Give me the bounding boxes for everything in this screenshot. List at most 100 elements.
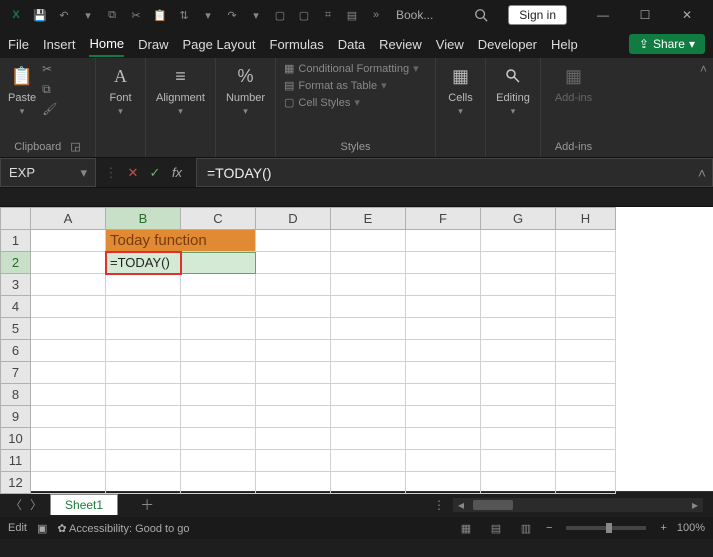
cell[interactable] <box>181 450 256 472</box>
cell[interactable] <box>406 340 481 362</box>
tab-formulas[interactable]: Formulas <box>270 33 324 56</box>
cell[interactable] <box>481 362 556 384</box>
cell[interactable] <box>256 274 331 296</box>
cell[interactable] <box>481 384 556 406</box>
zoom-in-button[interactable]: + <box>660 522 666 534</box>
tab-view[interactable]: View <box>436 33 464 56</box>
search-icon[interactable] <box>474 8 498 22</box>
row-header-10[interactable]: 10 <box>1 428 31 450</box>
cell[interactable] <box>556 406 616 428</box>
tab-home[interactable]: Home <box>89 32 124 57</box>
formula-bar[interactable]: =TODAY() ˄ <box>196 158 713 187</box>
row-header-5[interactable]: 5 <box>1 318 31 340</box>
filter-icon[interactable]: ▾ <box>198 5 218 25</box>
share-button[interactable]: ⇪ Share ▾ <box>629 34 705 54</box>
cell[interactable] <box>406 274 481 296</box>
cell-h1[interactable] <box>556 230 616 252</box>
cell-f2[interactable] <box>406 252 481 274</box>
cell[interactable] <box>31 472 106 494</box>
row-header-4[interactable]: 4 <box>1 296 31 318</box>
alignment-button[interactable]: ≡ Alignment ▾ <box>154 62 207 117</box>
cell[interactable] <box>181 362 256 384</box>
collapse-ribbon-icon[interactable]: ˄ <box>700 62 707 76</box>
cell[interactable] <box>556 472 616 494</box>
cell[interactable] <box>31 340 106 362</box>
cell[interactable] <box>31 406 106 428</box>
sheet-nav-prev-icon[interactable]: 〈 <box>10 496 22 513</box>
cell[interactable] <box>406 472 481 494</box>
col-header-b[interactable]: B <box>106 208 181 230</box>
cell[interactable] <box>181 274 256 296</box>
cell[interactable] <box>181 428 256 450</box>
tab-data[interactable]: Data <box>338 33 365 56</box>
cell[interactable] <box>556 296 616 318</box>
cut-button[interactable]: ✂ <box>42 62 60 76</box>
new-icon[interactable]: ▢ <box>270 5 290 25</box>
row-header-9[interactable]: 9 <box>1 406 31 428</box>
open-icon[interactable]: ▢ <box>294 5 314 25</box>
cell[interactable] <box>481 450 556 472</box>
cell[interactable] <box>331 384 406 406</box>
col-header-a[interactable]: A <box>31 208 106 230</box>
cell[interactable] <box>331 472 406 494</box>
font-button[interactable]: A Font ▾ <box>104 62 137 117</box>
cell[interactable] <box>406 296 481 318</box>
enter-icon[interactable]: ✓ <box>146 165 164 181</box>
cell[interactable] <box>481 274 556 296</box>
addins-button[interactable]: ▦ Add-ins <box>549 62 598 104</box>
tab-help[interactable]: Help <box>551 33 578 56</box>
cell[interactable] <box>256 428 331 450</box>
chevron-down-icon[interactable]: ▾ <box>80 165 87 181</box>
cell[interactable] <box>481 472 556 494</box>
cell[interactable] <box>106 450 181 472</box>
form-icon[interactable]: ▤ <box>342 5 362 25</box>
tab-page-layout[interactable]: Page Layout <box>183 33 256 56</box>
cell[interactable] <box>31 428 106 450</box>
cell[interactable] <box>331 340 406 362</box>
accessibility-status[interactable]: ✿ Accessibility: Good to go <box>57 522 189 535</box>
cell[interactable] <box>331 296 406 318</box>
col-header-h[interactable]: H <box>556 208 616 230</box>
cell[interactable] <box>106 406 181 428</box>
row-header-3[interactable]: 3 <box>1 274 31 296</box>
cell[interactable] <box>481 296 556 318</box>
cell-f1[interactable] <box>406 230 481 252</box>
worksheet-grid[interactable]: A B C D E F G H 1 Today function 2 =TODA… <box>0 206 713 491</box>
row-header-2[interactable]: 2 <box>1 252 31 274</box>
horizontal-scrollbar[interactable]: ◂ ▸ <box>453 498 703 512</box>
tab-review[interactable]: Review <box>379 33 422 56</box>
dialog-launcher-icon[interactable]: ◲ <box>70 141 80 153</box>
scroll-right-icon[interactable]: ▸ <box>687 498 703 512</box>
col-header-f[interactable]: F <box>406 208 481 230</box>
maximize-button[interactable]: ☐ <box>625 0 665 30</box>
tab-developer[interactable]: Developer <box>478 33 537 56</box>
cell[interactable] <box>256 472 331 494</box>
cell[interactable] <box>106 428 181 450</box>
redo-dropdown-icon[interactable]: ▾ <box>246 5 266 25</box>
redo-icon[interactable]: ↷ <box>222 5 242 25</box>
cell-d2[interactable] <box>256 252 331 274</box>
page-break-view-icon[interactable]: ▥ <box>516 522 536 535</box>
cut-icon[interactable]: ✂ <box>126 5 146 25</box>
cell[interactable] <box>31 274 106 296</box>
workbook-title[interactable]: Book... <box>396 8 433 22</box>
cell[interactable] <box>181 296 256 318</box>
cell[interactable] <box>331 450 406 472</box>
cell[interactable] <box>331 428 406 450</box>
cell-h2[interactable] <box>556 252 616 274</box>
row-header-12[interactable]: 12 <box>1 472 31 494</box>
row-header-8[interactable]: 8 <box>1 384 31 406</box>
cell[interactable] <box>106 274 181 296</box>
cell[interactable] <box>556 318 616 340</box>
tab-draw[interactable]: Draw <box>138 33 168 56</box>
cell[interactable] <box>331 274 406 296</box>
cell[interactable] <box>181 340 256 362</box>
fx-icon[interactable]: fx <box>168 165 186 180</box>
cell[interactable] <box>406 362 481 384</box>
normal-view-icon[interactable]: ▦ <box>456 522 476 535</box>
cell[interactable] <box>556 340 616 362</box>
add-sheet-button[interactable]: ＋ <box>140 495 154 515</box>
save-icon[interactable]: 💾 <box>30 5 50 25</box>
undo-icon[interactable]: ↶ <box>54 5 74 25</box>
cell[interactable] <box>181 472 256 494</box>
